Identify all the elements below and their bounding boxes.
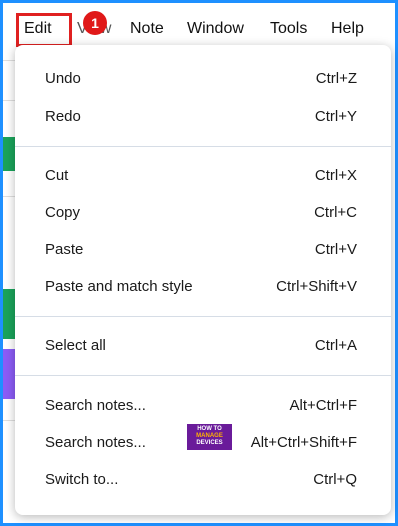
menu-item-select-all[interactable]: Select all Ctrl+A	[15, 331, 391, 361]
menu-item-shortcut: Ctrl+X	[314, 167, 357, 184]
background-accent-green	[3, 137, 15, 171]
menu-item-label: Redo	[45, 108, 81, 125]
menu-item-shortcut: Ctrl+V	[314, 241, 357, 258]
menu-item-shortcut: Alt+Ctrl+F	[289, 397, 357, 414]
menu-item-label: Undo	[45, 70, 81, 87]
menu-item-undo[interactable]: Undo Ctrl+Z	[15, 64, 391, 94]
menu-item-label: Copy	[45, 204, 81, 221]
background-accent-purple	[3, 349, 15, 399]
menu-note[interactable]: Note	[130, 19, 164, 39]
menu-separator	[15, 316, 391, 317]
menu-item-label: Cut	[45, 167, 69, 184]
menu-item-shortcut: Ctrl+Q	[313, 471, 357, 488]
menu-item-label: Switch to...	[45, 471, 119, 488]
menu-item-redo[interactable]: Redo Ctrl+Y	[15, 102, 391, 132]
watermark-line: MANAGE	[196, 433, 223, 439]
menu-item-label: Search notes...	[45, 397, 146, 414]
menu-item-shortcut: Ctrl+Shift+V	[276, 278, 357, 295]
menu-item-paste[interactable]: Paste Ctrl+V	[15, 235, 391, 265]
menu-item-label: Paste and match style	[45, 278, 193, 295]
menu-item-shortcut: Ctrl+Z	[315, 70, 357, 87]
menu-window[interactable]: Window	[187, 19, 244, 39]
background-accent-green	[3, 289, 15, 339]
watermark-logo: HOW TO MANAGE DEVICES	[187, 424, 232, 450]
menu-item-cut[interactable]: Cut Ctrl+X	[15, 161, 391, 191]
menu-item-label: Search notes...	[45, 434, 146, 451]
menu-item-label: Paste	[45, 241, 84, 258]
menu-item-shortcut: Alt+Ctrl+Shift+F	[250, 434, 357, 451]
menu-item-paste-match-style[interactable]: Paste and match style Ctrl+Shift+V	[15, 272, 391, 302]
menu-separator	[15, 375, 391, 376]
watermark-line: HOW TO	[197, 426, 222, 432]
menu-item-switch-to[interactable]: Switch to... Ctrl+Q	[15, 465, 391, 495]
menu-item-shortcut: Ctrl+Y	[314, 108, 357, 125]
menu-item-copy[interactable]: Copy Ctrl+C	[15, 198, 391, 228]
menu-help[interactable]: Help	[331, 19, 364, 39]
menu-item-shortcut: Ctrl+C	[314, 204, 357, 221]
menu-item-label: Select all	[45, 337, 106, 354]
watermark-line: DEVICES	[196, 440, 223, 446]
menu-item-shortcut: Ctrl+A	[314, 337, 357, 354]
menu-bar: Edit View Note Window Tools Help 1	[3, 3, 395, 47]
edit-highlight-box	[16, 13, 72, 47]
menu-tools[interactable]: Tools	[270, 19, 307, 39]
step-badge: 1	[83, 11, 107, 35]
menu-separator	[15, 146, 391, 147]
menu-item-search-notes[interactable]: Search notes... Alt+Ctrl+F	[15, 391, 391, 421]
